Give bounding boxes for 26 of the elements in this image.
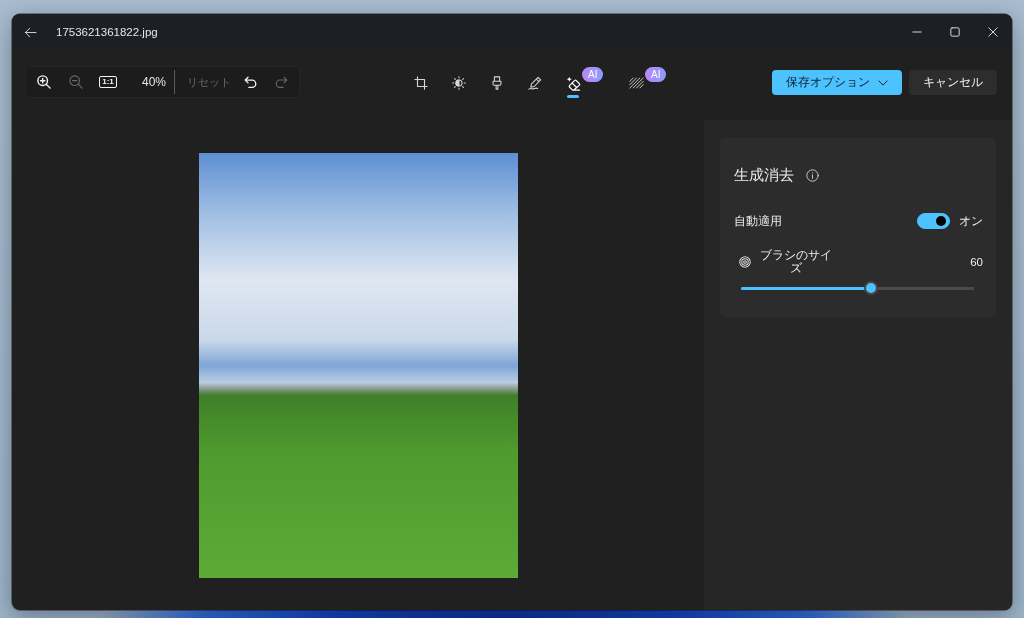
hatched-pattern-icon — [628, 77, 644, 89]
info-icon — [806, 168, 819, 182]
minimize-icon — [912, 31, 922, 33]
save-options-button[interactable]: 保存オプション — [772, 70, 902, 95]
target-icon — [739, 255, 751, 268]
pen-icon — [528, 76, 542, 90]
zoom-percentage: 40% — [140, 75, 166, 89]
slider-label: ブラシのサイズ — [759, 249, 833, 275]
brush-icon — [492, 76, 502, 90]
slider-value: 60 — [970, 255, 983, 268]
crop-icon — [414, 76, 428, 90]
back-arrow-icon — [23, 26, 37, 38]
cancel-button[interactable]: キャンセル — [909, 70, 997, 95]
slider-thumb[interactable] — [864, 281, 879, 296]
window-title: 1753621361822.jpg — [56, 26, 158, 38]
toggle-state-label: オン — [959, 212, 983, 230]
maximize-icon — [950, 27, 960, 37]
setting-label: 自動適用 — [734, 213, 782, 229]
panel-title: 生成消去 — [734, 165, 794, 185]
actual-size-button[interactable]: 1:1 — [99, 76, 117, 88]
ai-badge: AI — [645, 67, 667, 82]
brightness-icon — [452, 76, 466, 90]
toggle-switch[interactable] — [917, 213, 950, 229]
eraser-sparkle-icon — [565, 75, 581, 91]
ai-badge: AI — [582, 67, 604, 82]
close-icon — [988, 27, 998, 37]
